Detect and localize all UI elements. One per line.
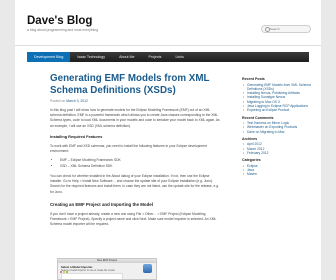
post-title[interactable]: Generating EMF Models from XML Schema De…: [50, 73, 220, 96]
install-check-text: You can check for whether installed in t…: [50, 174, 219, 194]
nav-item-about-me[interactable]: About Me: [112, 52, 141, 62]
nav-item-development-blog[interactable]: Development Blog: [27, 52, 71, 62]
requirement-item: XSD – XML Schema Definition SDK: [60, 164, 220, 169]
sidebar: Recent Posts Generating EMF Models from …: [242, 75, 316, 177]
search-input[interactable]: [270, 26, 308, 32]
main-nav: Development Blog Isaac Technology About …: [27, 52, 309, 62]
nav-item-isaac-technology[interactable]: Isaac Technology: [70, 52, 112, 62]
page: Dave's Blog a blog about programming and…: [15, 0, 321, 280]
recent-comment-link[interactable]: Dave on Migrating to Mac: [243, 130, 316, 135]
recent-comments-list: Test Harness on Mirror Logic Webmaster o…: [242, 121, 316, 134]
recent-posts-title: Recent Posts: [242, 77, 265, 81]
window-controls-icon: [60, 260, 69, 273]
emf-wizard-icon: [143, 264, 152, 273]
categories-list: Eclipse Java Maven: [242, 164, 316, 177]
post-date-line: Posted on March 3, 2012: [50, 99, 220, 103]
installing-heading: Installing Required Features: [50, 133, 103, 139]
archives-title: Archives: [242, 136, 258, 141]
nav-item-links[interactable]: Links: [168, 52, 190, 62]
recent-comments-title: Recent Comments: [242, 115, 274, 120]
category-link[interactable]: Maven: [243, 172, 316, 177]
embedded-screenshot: New EMF Project Select a Model Importer …: [57, 258, 157, 280]
site-title[interactable]: Dave's Blog: [27, 15, 92, 27]
nav-item-projects[interactable]: Projects: [141, 52, 168, 62]
section-text: If you don't have a project already, cre…: [50, 211, 217, 227]
post-date-link[interactable]: March 3, 2012: [66, 99, 88, 103]
search-box[interactable]: [261, 25, 311, 33]
section-heading: Creating an EMF Project and Importing th…: [50, 201, 153, 207]
recent-post-link[interactable]: Exporting an Eclipse Product: [243, 108, 316, 113]
post-content: Generating EMF Models from XML Schema De…: [50, 73, 220, 227]
screenshot-window-title: New EMF Project: [58, 259, 156, 263]
header-divider: [15, 45, 321, 46]
installing-text: To work with EMF and XSD schemas, you ne…: [50, 143, 207, 154]
posted-prefix: Posted on: [50, 99, 66, 103]
requirements-list: EMF – Eclipse Modeling Framework SDK XSD…: [50, 158, 220, 169]
site-description: a blog about programming and most everyt…: [27, 28, 99, 32]
screenshot-subtext: Select a model importer to use to create…: [61, 268, 116, 272]
recent-posts-list: Generating EMF Models from XML Schema De…: [242, 83, 316, 113]
screenshot-list: [61, 273, 123, 279]
categories-title: Categories: [242, 158, 261, 163]
recent-post-link[interactable]: Generating EMF Models from XML Schema De…: [243, 83, 316, 92]
archives-list: April 2012 March 2012 February 2012: [242, 142, 316, 155]
archive-link[interactable]: February 2012: [243, 151, 316, 156]
post-intro: In this blog post I will show how to gen…: [50, 108, 220, 128]
